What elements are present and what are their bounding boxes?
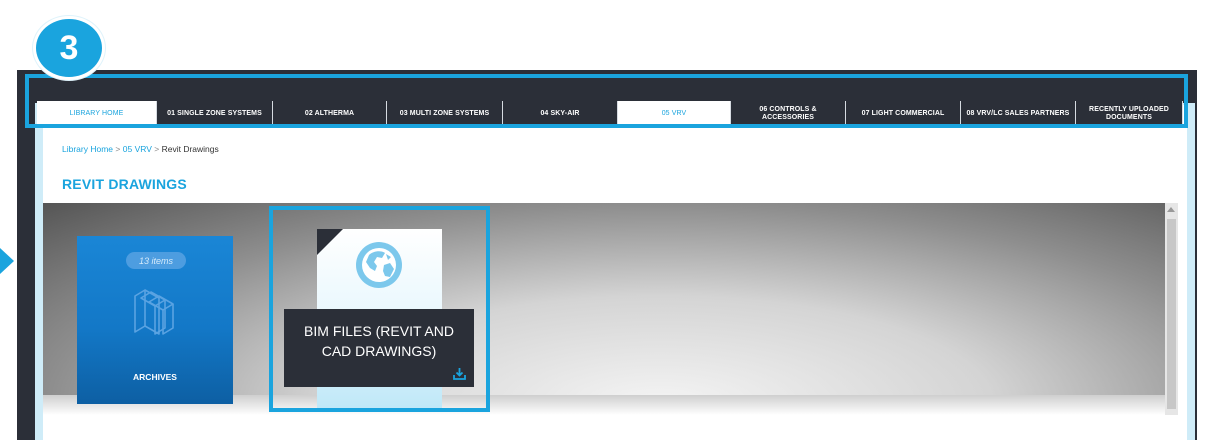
step-number-badge: 3 xyxy=(33,16,105,80)
breadcrumb-section-link[interactable]: 05 VRV xyxy=(123,144,152,154)
pointer-arrow-icon xyxy=(0,248,14,274)
item-count-badge: 13 items xyxy=(126,252,186,269)
breadcrumb: Library Home > 05 VRV > Revit Drawings xyxy=(62,144,219,154)
books-icon xyxy=(134,289,174,335)
step-number: 3 xyxy=(59,28,79,67)
breadcrumb-home-link[interactable]: Library Home xyxy=(62,144,113,154)
archives-folder-card[interactable]: 13 items ARCHIVES xyxy=(77,236,233,404)
document-highlight-box xyxy=(269,206,490,412)
folder-label: ARCHIVES xyxy=(133,372,177,382)
breadcrumb-separator: > xyxy=(154,144,160,154)
breadcrumb-separator: > xyxy=(115,144,121,154)
page-title: REVIT DRAWINGS xyxy=(62,176,187,192)
nav-highlight-box xyxy=(25,74,1188,128)
scroll-thumb[interactable] xyxy=(1167,219,1176,409)
breadcrumb-current: Revit Drawings xyxy=(161,144,219,154)
scroll-up-arrow-icon[interactable] xyxy=(1167,207,1175,212)
gallery-scrollbar[interactable] xyxy=(1165,203,1178,415)
